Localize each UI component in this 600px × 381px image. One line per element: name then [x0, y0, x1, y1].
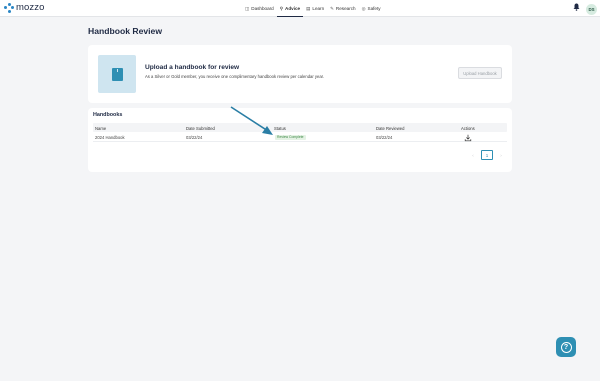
- upload-description: As a Silver or Gold member, you receive …: [145, 74, 324, 79]
- bell-icon[interactable]: [573, 3, 580, 11]
- nav-item-label: Dashboard: [251, 6, 274, 11]
- pagination-page-button[interactable]: 1: [481, 150, 493, 160]
- cell-date-reviewed: 03/22/24: [376, 135, 393, 140]
- nav-item-label: Research: [335, 6, 356, 11]
- logo-icon: [4, 2, 14, 13]
- brand-name: mozzo: [16, 2, 45, 13]
- nav-item-learn[interactable]: ▤ Learn: [303, 0, 327, 17]
- logo[interactable]: mozzo: [4, 2, 44, 13]
- help-icon: ?: [560, 341, 572, 353]
- help-button[interactable]: ?: [556, 337, 576, 357]
- section-title: Handbooks: [93, 112, 123, 118]
- download-icon[interactable]: [464, 134, 472, 142]
- column-header-status: Status: [274, 125, 286, 131]
- search-icon: ⚲: [279, 5, 284, 11]
- nav-item-label: Safety: [367, 6, 381, 11]
- table-header: Name Date Submitted Status Date Reviewed…: [93, 123, 507, 132]
- nav-item-research[interactable]: ✎ Research: [327, 0, 358, 17]
- column-header-actions: Actions: [461, 125, 475, 131]
- pagination-prev-button[interactable]: ‹: [469, 150, 477, 160]
- handbook-tile: [98, 55, 136, 93]
- upload-title: Upload a handbook for review: [145, 64, 240, 71]
- wrench-icon: ✎: [330, 5, 334, 11]
- nav-item-label: Learn: [312, 6, 325, 11]
- book-icon: [111, 67, 123, 81]
- top-nav-bar: mozzo ◫ Dashboard ⚲ Advice ▤ Learn ✎ Res…: [0, 0, 600, 17]
- main-nav: ◫ Dashboard ⚲ Advice ▤ Learn ✎ Research …: [242, 0, 384, 17]
- column-header-date-submitted: Date Submitted: [186, 125, 215, 131]
- column-header-date-reviewed: Date Reviewed: [376, 125, 405, 131]
- column-header-name: Name: [95, 125, 107, 131]
- cell-name: 2024 Handbook: [95, 135, 125, 140]
- nav-item-label: Advice: [285, 6, 301, 11]
- calendar-icon: ◫: [245, 5, 250, 11]
- table-row: 2024 Handbook 03/22/24 Review Complete 0…: [93, 132, 507, 142]
- upload-handbook-button[interactable]: Upload Handbook: [458, 67, 502, 79]
- pagination-next-button[interactable]: ›: [497, 150, 505, 160]
- nav-item-dashboard[interactable]: ◫ Dashboard: [242, 0, 277, 17]
- status-badge: Review Complete: [275, 134, 306, 140]
- avatar[interactable]: DS: [586, 4, 597, 15]
- safety-icon: ◎: [361, 5, 366, 11]
- page-title: Handbook Review: [88, 26, 163, 36]
- cell-date-submitted: 03/22/24: [186, 135, 203, 140]
- book-icon: ▤: [306, 5, 311, 11]
- nav-item-advice[interactable]: ⚲ Advice: [276, 0, 304, 17]
- nav-item-safety[interactable]: ◎ Safety: [359, 0, 384, 17]
- handbooks-card: Handbooks Name Date Submitted Status Dat…: [88, 108, 512, 172]
- upload-card: Upload a handbook for review As a Silver…: [88, 45, 512, 103]
